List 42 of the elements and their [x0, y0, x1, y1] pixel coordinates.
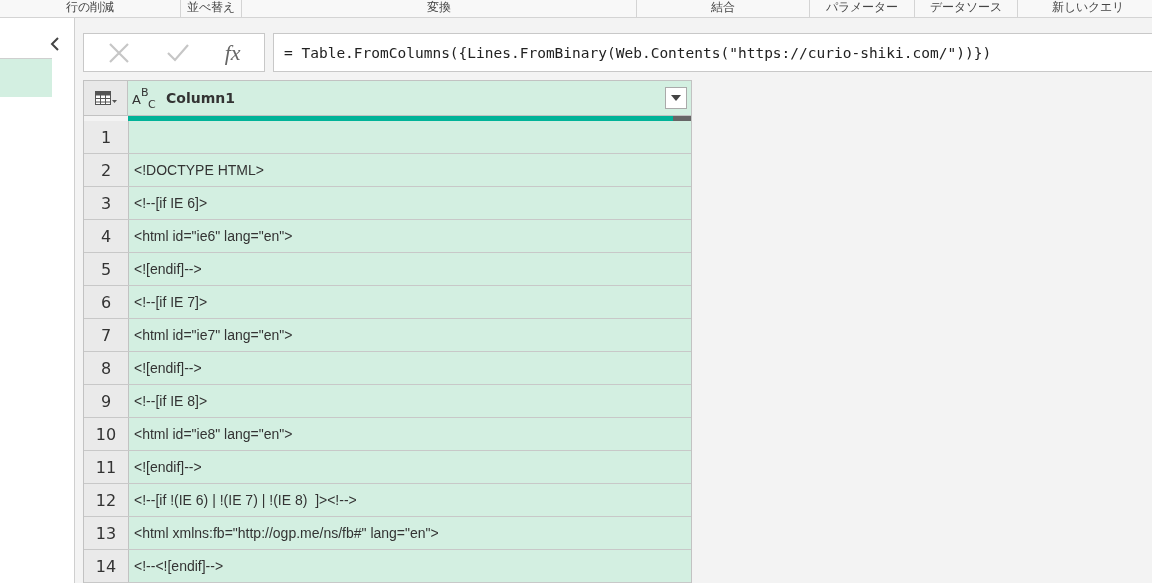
row-number: 7: [84, 319, 129, 351]
table-cell: <!--<![endif]-->: [129, 550, 691, 582]
ribbon-group-label: 並べ替え: [181, 0, 242, 17]
ribbon-group-label: 新しいクエリ: [1018, 0, 1152, 17]
table-cell: <!--[if !(IE 6) | !(IE 7) | !(IE 8) ]><!-->: [129, 484, 691, 516]
row-number: 11: [84, 451, 129, 483]
dropdown-icon[interactable]: [665, 87, 687, 109]
table-cell: <!DOCTYPE HTML>: [129, 154, 691, 186]
table-cell: <html id="ie7" lang="en">: [129, 319, 691, 351]
ribbon-group-label: データソース: [915, 0, 1018, 17]
table-menu-icon[interactable]: [84, 81, 128, 115]
row-number: 5: [84, 253, 129, 285]
row-number: 14: [84, 550, 129, 582]
row-number: 10: [84, 418, 129, 450]
row-number: 9: [84, 385, 129, 417]
row-number: 4: [84, 220, 129, 252]
column-quality-marker: [673, 116, 691, 121]
collapse-icon[interactable]: [48, 35, 62, 53]
table-cell: <html id="ie6" lang="en">: [129, 220, 691, 252]
table-cell: <![endif]-->: [129, 352, 691, 384]
table-cell: <![endif]-->: [129, 253, 691, 285]
row-number: 13: [84, 517, 129, 549]
column-header: Column1: [166, 90, 236, 106]
table-cell: <!--[if IE 8]>: [129, 385, 691, 417]
row-number: 8: [84, 352, 129, 384]
formula-field[interactable]: = Table.FromColumns({Lines.FromBinary(Web.Contents("https://curio-shiki.com/"))}): [273, 33, 1152, 72]
table-cell: <!--[if IE 6]>: [129, 187, 691, 219]
row-number: 3: [84, 187, 129, 219]
table-cell: <html id="ie8" lang="en">: [129, 418, 691, 450]
ribbon-group-label: 変換: [242, 0, 637, 17]
row-number: 6: [84, 286, 129, 318]
table-cell: <html xmlns:fb="http://ogp.me/ns/fb#" lang="en">: [129, 517, 691, 549]
row-number: 12: [84, 484, 129, 516]
table-cell: <![endif]-->: [129, 451, 691, 483]
function-button[interactable]: fx: [224, 39, 241, 66]
check-icon[interactable]: [166, 42, 191, 63]
row-number: 1: [84, 121, 129, 153]
ribbon-group-label: 行の削減: [0, 0, 181, 17]
ribbon-group-label: パラメーター: [810, 0, 915, 17]
table-cell: <!--[if IE 7]>: [129, 286, 691, 318]
row-number: 2: [84, 154, 129, 186]
ribbon-group-label: 結合: [637, 0, 810, 17]
